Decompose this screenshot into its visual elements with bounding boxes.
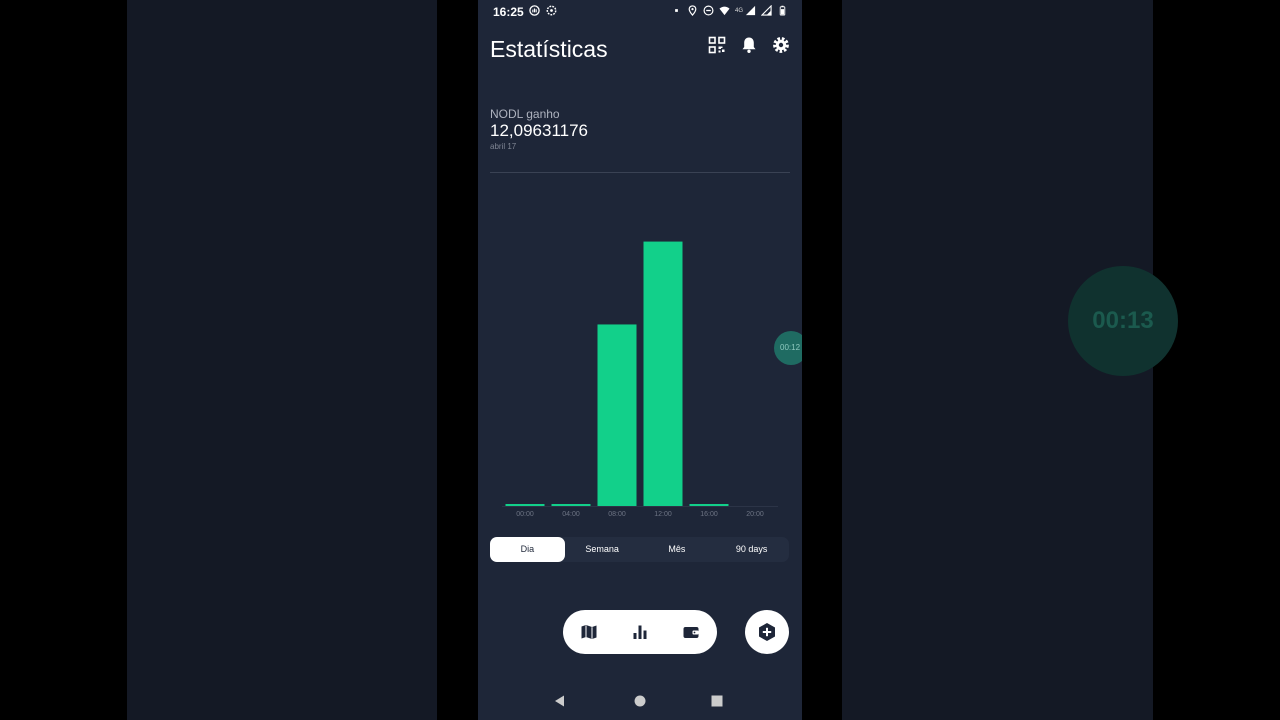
location-icon	[688, 5, 697, 16]
bar-chart-icon[interactable]	[631, 623, 649, 641]
back-icon[interactable]	[553, 694, 567, 708]
dot-icon	[675, 9, 678, 12]
wallet-icon[interactable]	[682, 623, 700, 641]
home-icon[interactable]	[633, 694, 647, 708]
chart-bar[interactable]	[643, 241, 683, 506]
status-time: 16:25	[493, 5, 524, 19]
system-navigation	[478, 688, 802, 714]
status-bar: 16:25 4G	[478, 0, 802, 24]
bottom-nav	[563, 610, 717, 654]
battery-icon	[779, 5, 786, 16]
map-icon[interactable]	[580, 623, 598, 641]
chart-tick-label: 12:00	[654, 511, 672, 518]
network-type: 4G	[734, 7, 743, 14]
chart-tick-label: 08:00	[608, 511, 626, 518]
tab-dia[interactable]: Dia	[490, 537, 565, 562]
period-selector: Dia Semana Mês 90 days	[490, 537, 789, 562]
stat-value: 12,09631176	[490, 121, 589, 140]
stat-label: NODL ganho	[490, 107, 560, 121]
chart-tick-label: 20:00	[746, 511, 764, 518]
qr-code-icon[interactable]	[708, 36, 726, 54]
cell-signal-icon	[745, 5, 756, 16]
page-title: Estatísticas	[490, 36, 608, 62]
divider	[490, 172, 790, 173]
tab-semana[interactable]: Semana	[565, 537, 640, 562]
background-panel-left	[127, 0, 437, 720]
add-button[interactable]	[745, 610, 789, 654]
bell-icon[interactable]	[740, 36, 758, 54]
background-timer-bubble: 00:13	[1068, 266, 1178, 376]
earnings-bar-chart[interactable]: 00:00 04:00 08:00 12:00 16:00 20:00	[478, 180, 802, 525]
chart-tick-label: 00:00	[516, 511, 534, 518]
background-timer-text: 00:13	[1092, 307, 1154, 334]
phone-screen: 16:25 4G Estatísticas NODL ganho 12,0963…	[478, 0, 802, 720]
tab-mes[interactable]: Mês	[640, 537, 715, 562]
chart-bar[interactable]	[689, 504, 729, 506]
chart-tick-label: 16:00	[700, 511, 718, 518]
wifi-icon	[719, 6, 730, 16]
floating-timer-text: 00:12	[780, 343, 801, 352]
add-hexagon-icon	[759, 623, 775, 641]
tab-90-days[interactable]: 90 days	[714, 537, 789, 562]
dnd-icon	[703, 5, 714, 16]
signal-app-icon	[529, 5, 540, 16]
recents-icon[interactable]	[710, 694, 724, 708]
cell-signal-icon	[761, 5, 772, 16]
chart-bar[interactable]	[505, 504, 545, 506]
stat-date: abril 17	[490, 142, 517, 151]
floating-timer-bubble[interactable]: 00:12	[774, 331, 802, 365]
chart-tick-label: 04:00	[562, 511, 580, 518]
gear-icon[interactable]	[772, 36, 790, 54]
chart-bar[interactable]	[597, 324, 637, 506]
chart-bar[interactable]	[551, 504, 591, 506]
gear-icon	[546, 5, 557, 16]
